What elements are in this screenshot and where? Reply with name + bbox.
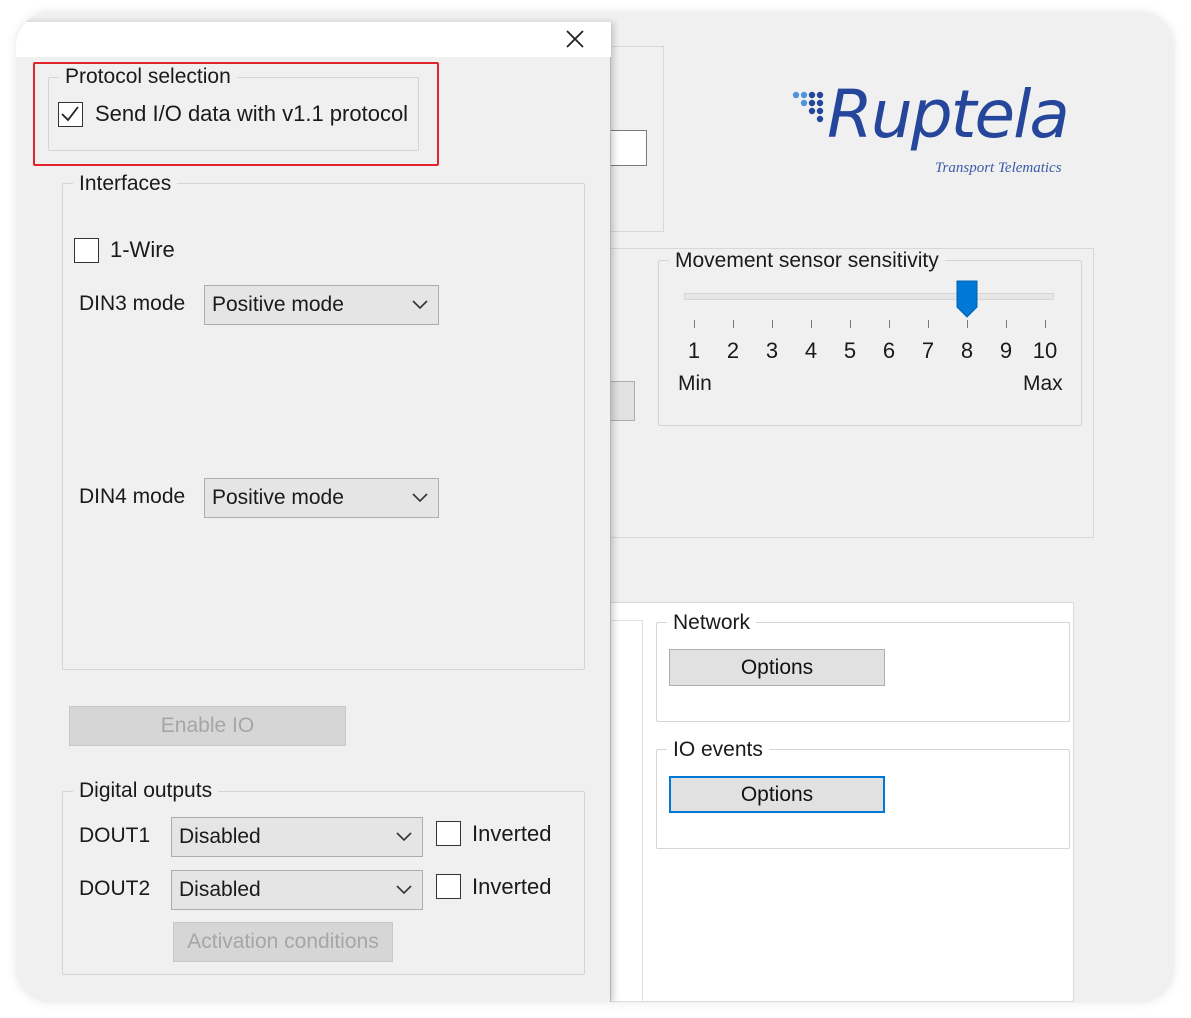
io-events-legend: IO events — [667, 738, 769, 762]
network-options-button[interactable]: Options — [669, 649, 885, 686]
chevron-down-icon — [412, 493, 428, 503]
slider-tick — [811, 320, 812, 328]
screenshot-frame: Ruptela Transport Telematics Movement se… — [16, 12, 1174, 1002]
din4-mode-label: DIN4 mode — [79, 485, 186, 508]
onewire-label: 1-Wire — [110, 237, 175, 262]
dout1-inverted-checkbox[interactable] — [436, 821, 461, 846]
slider-tick-label: 10 — [1032, 338, 1058, 363]
slider-tick-label: 2 — [726, 338, 740, 363]
slider-tick-label: 3 — [765, 338, 779, 363]
protocol-highlight-box — [33, 62, 439, 166]
activation-conditions-button[interactable]: Activation conditions — [173, 922, 393, 962]
slider-tick — [772, 320, 773, 328]
chevron-down-icon — [412, 300, 428, 310]
slider-tick — [1006, 320, 1007, 328]
slider-tick — [967, 320, 968, 328]
slider-tick — [889, 320, 890, 328]
din4-mode-value: Positive mode — [212, 486, 344, 509]
dout1-select[interactable]: Disabled — [171, 817, 423, 857]
slider-tick-label: 6 — [882, 338, 896, 363]
sensitivity-slider-track[interactable] — [684, 293, 1054, 300]
din3-mode-label: DIN3 mode — [79, 292, 186, 315]
dout2-value: Disabled — [179, 878, 261, 901]
ruptela-logo: Ruptela Transport Telematics — [791, 76, 1101, 192]
logo-name: Ruptela — [827, 76, 1070, 153]
slider-tick-label: 1 — [687, 338, 701, 363]
dout2-inverted-checkbox[interactable] — [436, 874, 461, 899]
movement-sensor-legend: Movement sensor sensitivity — [669, 249, 945, 273]
dout2-select[interactable]: Disabled — [171, 870, 423, 910]
dout1-label: DOUT1 — [79, 824, 151, 847]
enable-io-button[interactable]: Enable IO — [69, 706, 346, 746]
slider-tick — [1045, 320, 1046, 328]
slider-tick-label: 5 — [843, 338, 857, 363]
slider-max-label: Max — [1023, 372, 1063, 395]
slider-tick-label: 9 — [999, 338, 1013, 363]
network-legend: Network — [667, 611, 757, 635]
slider-tick — [694, 320, 695, 328]
slider-tick-label: 4 — [804, 338, 818, 363]
io-settings-dialog: Protocol selection Send I/O data with v1… — [16, 22, 611, 1002]
onewire-checkbox[interactable] — [74, 238, 99, 263]
sensitivity-slider-thumb[interactable] — [956, 280, 978, 318]
slider-min-label: Min — [678, 372, 712, 395]
dout1-value: Disabled — [179, 825, 261, 848]
dialog-titlebar — [16, 22, 611, 57]
interfaces-legend: Interfaces — [73, 172, 178, 196]
dout2-label: DOUT2 — [79, 877, 151, 900]
dout2-inverted-label: Inverted — [472, 874, 552, 899]
din3-mode-select[interactable]: Positive mode — [204, 285, 439, 325]
din3-mode-value: Positive mode — [212, 293, 344, 316]
din4-mode-select[interactable]: Positive mode — [204, 478, 439, 518]
slider-tick — [850, 320, 851, 328]
logo-dots-icon — [792, 91, 824, 123]
io-events-options-button[interactable]: Options — [669, 776, 885, 813]
dout1-inverted-label: Inverted — [472, 821, 552, 846]
chevron-down-icon — [396, 832, 412, 842]
slider-tick — [733, 320, 734, 328]
logo-tagline: Transport Telematics — [935, 160, 1062, 176]
chevron-down-icon — [396, 885, 412, 895]
digital-outputs-legend: Digital outputs — [73, 779, 219, 803]
slider-tick — [928, 320, 929, 328]
slider-tick-label: 8 — [960, 338, 974, 363]
close-icon[interactable] — [560, 24, 590, 54]
slider-tick-label: 7 — [921, 338, 935, 363]
